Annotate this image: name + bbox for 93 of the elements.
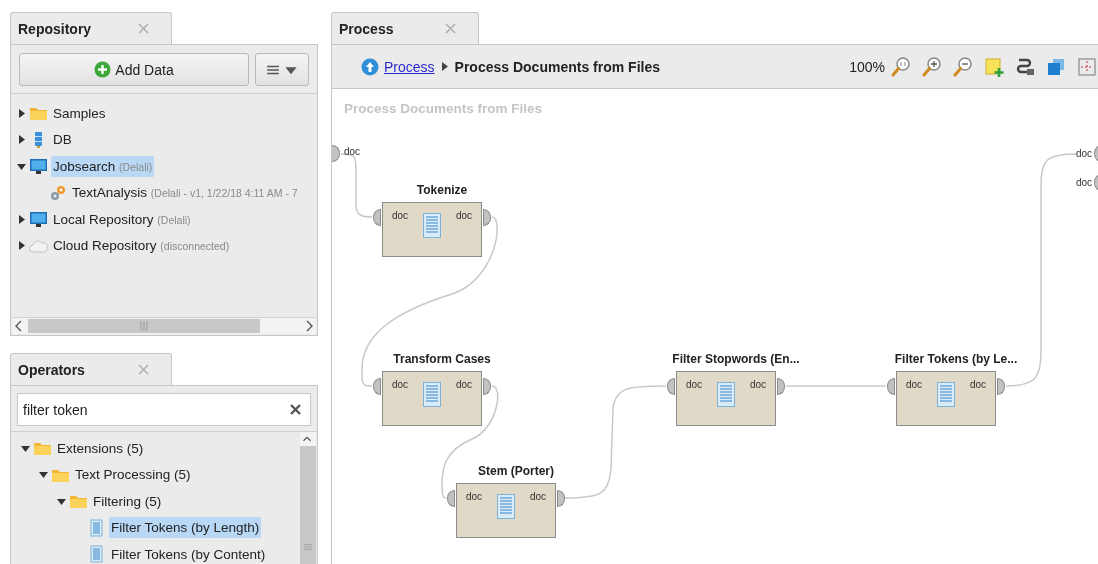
operator-name: Transform Cases: [392, 352, 492, 366]
operator-box[interactable]: doc doc: [676, 371, 776, 426]
port-label: doc: [392, 379, 409, 390]
panel-tab[interactable]: Process: [331, 12, 479, 44]
document-icon: [87, 545, 106, 564]
zoom-level: 100%: [849, 58, 885, 75]
menu-button[interactable]: [255, 53, 309, 86]
port-label: doc: [344, 146, 361, 157]
port-label: doc: [455, 210, 472, 221]
canvas-title: Process Documents from Files: [344, 101, 543, 116]
clear-icon[interactable]: [289, 403, 302, 416]
expand-toggle[interactable]: [57, 496, 66, 506]
close-icon[interactable]: [138, 23, 149, 34]
search-field[interactable]: filter token: [17, 393, 311, 426]
operator-box[interactable]: doc doc: [382, 371, 482, 426]
zoom-fit-button[interactable]: [890, 55, 912, 78]
expand-toggle[interactable]: [17, 241, 26, 251]
plus-icon: [94, 61, 112, 78]
breadcrumb-current: Process Documents from Files: [454, 58, 660, 75]
port-handle[interactable]: [447, 490, 455, 507]
arrange-button[interactable]: [1076, 55, 1098, 78]
tree-item[interactable]: Local Repository (Delali): [51, 208, 193, 230]
zoom-out-button[interactable]: [952, 55, 974, 78]
tree-item[interactable]: Filtering (5): [91, 490, 164, 512]
expand-toggle[interactable]: [21, 443, 30, 453]
operator-name: Filter Tokens (by Le...: [893, 352, 1019, 366]
document-icon: [87, 518, 106, 537]
tree-item[interactable]: Filter Tokens (by Content): [109, 543, 268, 564]
port-label: doc: [749, 379, 766, 390]
tree-item[interactable]: Text Processing (5): [73, 464, 193, 486]
panel-tab[interactable]: Operators: [10, 353, 172, 385]
expand-toggle[interactable]: [17, 135, 26, 145]
expand-toggle[interactable]: [39, 470, 48, 480]
grip-icon: [140, 321, 148, 331]
port-label: doc: [466, 491, 483, 502]
document-icon: [423, 382, 441, 407]
expand-toggle[interactable]: [17, 108, 26, 118]
add-data-button[interactable]: Add Data: [19, 53, 249, 86]
horizontal-scrollbar[interactable]: [12, 317, 316, 334]
breadcrumb-link[interactable]: Process: [384, 58, 435, 75]
tree-item[interactable]: Samples: [51, 102, 108, 124]
port-label: doc: [686, 379, 703, 390]
port-handle[interactable]: [667, 378, 675, 395]
tree-item[interactable]: DB: [51, 129, 74, 151]
gears-icon: [48, 183, 67, 202]
close-icon[interactable]: [445, 23, 456, 34]
tree-item[interactable]: Jobsearch (Delali): [51, 155, 155, 177]
operator-box[interactable]: doc doc: [456, 483, 556, 538]
document-icon: [497, 494, 515, 519]
port-handle[interactable]: [887, 378, 895, 395]
arrange-icon: [1076, 55, 1098, 78]
port-handle[interactable]: [332, 145, 340, 162]
monitor-icon: [29, 157, 48, 176]
port-label: doc: [529, 491, 546, 502]
port-handle[interactable]: [777, 378, 785, 395]
tree-item[interactable]: Cloud Repository (disconnected): [51, 235, 232, 257]
zoom-out-icon: [952, 55, 974, 78]
add-note-button[interactable]: [983, 55, 1005, 78]
operator-name: Stem (Porter): [477, 464, 555, 478]
port-label: doc: [969, 379, 986, 390]
port-label: doc: [1076, 177, 1093, 188]
operator-name: Tokenize: [415, 183, 469, 197]
port-handle[interactable]: [483, 378, 491, 395]
separator-icon: [440, 62, 449, 71]
grip-icon: [304, 541, 312, 552]
port-handle[interactable]: [557, 490, 565, 507]
tree-item[interactable]: TextAnalysis (Delali - v1, 1/22/18 4:11 AM - 7: [70, 182, 300, 204]
add-note-icon: [983, 55, 1005, 78]
port-handle[interactable]: [997, 378, 1005, 395]
operator-name: Filter Stopwords (En...: [671, 352, 801, 366]
zoom-fit-icon: [890, 55, 912, 78]
tree-item[interactable]: Filter Tokens (by Length): [109, 517, 262, 539]
document-icon: [937, 382, 955, 407]
port-label: doc: [455, 379, 472, 390]
document-icon: [423, 213, 441, 238]
operator-box[interactable]: doc doc: [382, 202, 482, 257]
expand-toggle[interactable]: [17, 214, 26, 224]
zoom-in-icon: [921, 55, 943, 78]
zoom-in-button[interactable]: [921, 55, 943, 78]
tree-item[interactable]: Extensions (5): [55, 437, 146, 459]
operator-box[interactable]: doc doc: [896, 371, 996, 426]
port-handle[interactable]: [483, 209, 491, 226]
port-handle[interactable]: [373, 378, 381, 395]
port-label: doc: [1076, 148, 1093, 159]
monitor-icon: [29, 210, 48, 229]
port-handle[interactable]: [373, 209, 381, 226]
document-icon: [717, 382, 735, 407]
port-label: doc: [906, 379, 923, 390]
expand-toggle[interactable]: [17, 161, 26, 171]
close-icon[interactable]: [138, 364, 149, 375]
scroll-thumb[interactable]: [28, 319, 260, 333]
port-label: doc: [392, 210, 409, 221]
panel-tab[interactable]: Repository: [10, 12, 172, 44]
